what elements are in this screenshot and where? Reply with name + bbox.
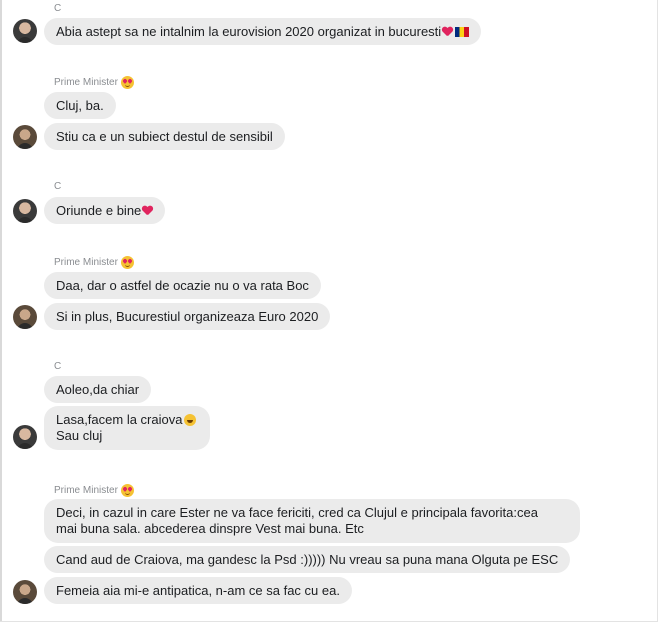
message-text: Daa, dar o astfel de ocazie nu o va rata… <box>56 278 309 293</box>
message-text: Cand aud de Craiova, ma gandesc la Psd :… <box>56 552 559 567</box>
sender-label: Prime Minister <box>54 76 118 88</box>
heart-emoji-icon <box>442 27 453 37</box>
heart-emoji-icon <box>142 206 153 216</box>
message-bubble[interactable]: Femeia aia mi-e antipatica, n-am ce sa f… <box>44 577 352 604</box>
message-bubble[interactable]: Stiu ca e un subiect destul de sensibil <box>44 123 285 150</box>
message-text: Si in plus, Bucurestiul organizeaza Euro… <box>56 309 319 324</box>
message-text: Lasa,facem la craiova <box>56 412 183 427</box>
message-bubble[interactable]: Daa, dar o astfel de ocazie nu o va rata… <box>44 272 321 299</box>
sender-label: C <box>54 3 62 14</box>
message-text: Stiu ca e un subiect destul de sensibil <box>56 129 273 144</box>
avatar[interactable] <box>13 580 37 604</box>
sender-name: Prime Minister <box>54 256 134 269</box>
message-bubble[interactable]: Si in plus, Bucurestiul organizeaza Euro… <box>44 303 331 330</box>
message-bubble[interactable]: Lasa,facem la craiova Sau cluj <box>44 406 210 450</box>
message-bubble[interactable]: Abia astept sa ne intalnim la eurovision… <box>44 18 482 45</box>
message-bubble[interactable]: Oriunde e bine <box>44 197 166 224</box>
avatar[interactable] <box>13 305 37 329</box>
sender-name: C <box>54 3 61 15</box>
message-text: Sau cluj <box>56 428 103 443</box>
heart-eyes-emoji-icon <box>120 76 134 89</box>
message-text: Cluj, ba. <box>56 98 104 113</box>
message-text: Abia astept sa ne intalnim la eurovision… <box>56 24 442 39</box>
message-text: Femeia aia mi-e antipatica, n-am ce sa f… <box>56 583 340 598</box>
sender-label: C <box>54 181 62 192</box>
sender-name: C <box>54 181 61 193</box>
message-text: Aoleo,da chiar <box>56 382 140 397</box>
left-border <box>0 0 2 622</box>
heart-eyes-emoji-icon <box>120 484 134 497</box>
avatar[interactable] <box>13 19 37 43</box>
message-bubble[interactable]: Deci, in cazul in care Ester ne va face … <box>44 499 580 543</box>
message-text: Deci, in cazul in care Ester ne va face … <box>56 505 538 520</box>
message-bubble[interactable]: Cluj, ba. <box>44 92 116 119</box>
message-bubble[interactable]: Cand aud de Craiova, ma gandesc la Psd :… <box>44 546 571 573</box>
sender-label: Prime Minister <box>54 484 118 496</box>
sender-name: Prime Minister <box>54 76 134 89</box>
heart-eyes-emoji-icon <box>120 256 134 269</box>
message-bubble[interactable]: Aoleo,da chiar <box>44 376 152 403</box>
sender-label: C <box>54 361 62 372</box>
avatar[interactable] <box>13 425 37 449</box>
sender-name: C <box>54 361 61 373</box>
message-text: mai buna sala. abcederea dinspre Vest ma… <box>56 521 364 536</box>
grinning-emoji-icon <box>184 414 197 426</box>
sender-label: Prime Minister <box>54 256 118 268</box>
sender-name: Prime Minister <box>54 484 134 497</box>
romania-flag-icon <box>455 27 470 37</box>
message-text: Oriunde e bine <box>56 203 142 218</box>
avatar[interactable] <box>13 125 37 149</box>
avatar[interactable] <box>13 199 37 223</box>
